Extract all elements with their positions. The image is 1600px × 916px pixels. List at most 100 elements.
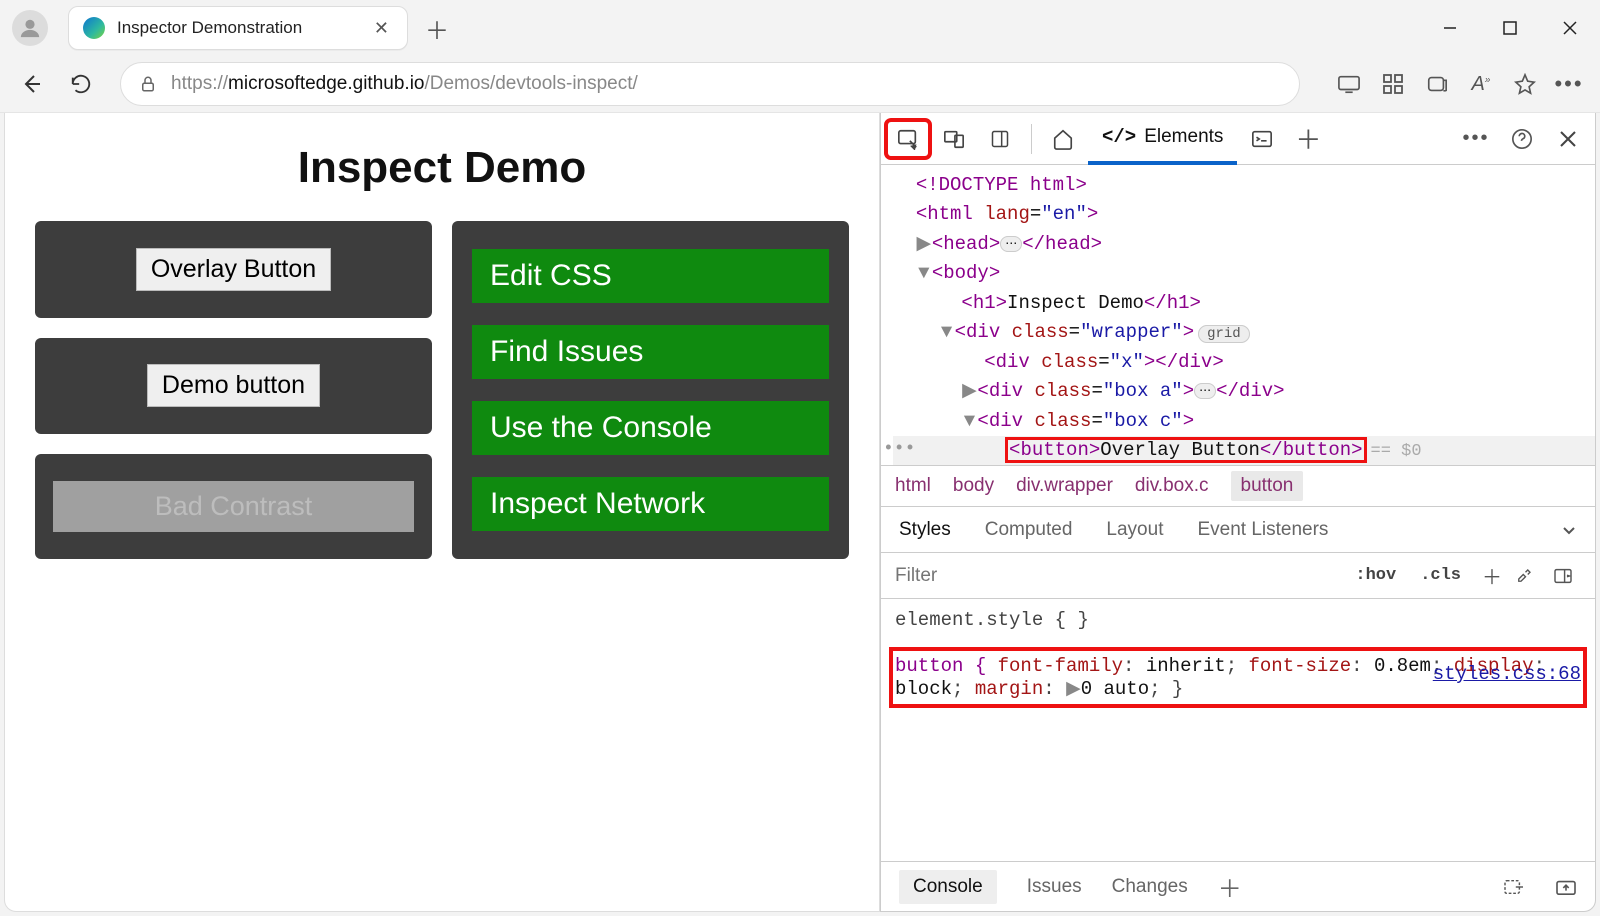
address-toolbar: https://microsoftedge.github.io/Demos/de…: [0, 56, 1600, 112]
kebab-icon: •••: [1462, 127, 1489, 150]
device-toggle-button[interactable]: [933, 121, 975, 157]
overlay-button[interactable]: Overlay Button: [136, 248, 331, 291]
console-icon: [1251, 129, 1273, 149]
person-icon: [19, 17, 41, 39]
demo-box: Demo button: [35, 338, 432, 435]
refresh-icon: [70, 73, 92, 95]
screencast-button[interactable]: [1328, 63, 1370, 105]
subtab-layout[interactable]: Layout: [1106, 519, 1163, 541]
new-tab-button[interactable]: ＋: [418, 9, 456, 47]
dom-tree[interactable]: <!DOCTYPE html> <html lang="en"> ▶<head>…: [881, 165, 1595, 465]
collections-icon: [1426, 74, 1448, 94]
crumb[interactable]: html: [895, 475, 931, 497]
drawer-expand-button[interactable]: [1555, 878, 1577, 896]
brush-icon: [1515, 567, 1533, 585]
url-text: https://microsoftedge.github.io/Demos/de…: [171, 73, 638, 95]
subtab-expand-button[interactable]: [1561, 522, 1577, 538]
device-icon: [943, 128, 965, 150]
add-tab-button[interactable]: ＋: [1287, 121, 1329, 157]
demo-link[interactable]: Find Issues: [472, 325, 829, 379]
drawer-tab-issues[interactable]: Issues: [1027, 876, 1082, 898]
minimize-icon: [1443, 21, 1457, 35]
paint-button[interactable]: [1515, 567, 1545, 585]
tab-elements[interactable]: </> Elements: [1088, 113, 1237, 165]
close-icon: [1563, 21, 1577, 35]
star-icon: [1514, 73, 1536, 95]
apps-icon: [1383, 74, 1403, 94]
favorite-button[interactable]: [1504, 63, 1546, 105]
devtools-kebab-button[interactable]: •••: [1455, 121, 1497, 157]
dom-breadcrumbs: html body div.wrapper div.box.c button: [881, 465, 1595, 507]
hov-toggle[interactable]: :hov: [1347, 566, 1404, 585]
web-page: Inspect Demo Overlay Button Edit CSS Fin…: [4, 113, 880, 912]
demo-button[interactable]: Demo button: [147, 364, 320, 407]
drawer-add-button[interactable]: ＋: [1218, 869, 1242, 904]
arrow-left-icon: [19, 72, 43, 96]
dom-content: <!DOCTYPE html> <html lang="en"> ▶<head>…: [893, 171, 1595, 465]
help-button[interactable]: [1501, 121, 1543, 157]
demo-link[interactable]: Inspect Network: [472, 477, 829, 531]
devtools-toolbar: </> Elements ＋ •••: [881, 113, 1595, 165]
browser-tab[interactable]: Inspector Demonstration ✕: [68, 6, 408, 50]
crumb[interactable]: div.box.c: [1135, 475, 1209, 497]
crumb[interactable]: div.wrapper: [1016, 475, 1113, 497]
panel-icon: [1553, 568, 1573, 584]
lock-icon: [139, 75, 157, 93]
maximize-button[interactable]: [1480, 0, 1540, 56]
links-box: Edit CSS Find Issues Use the Console Ins…: [452, 221, 849, 559]
cls-toggle[interactable]: .cls: [1412, 566, 1469, 585]
issues-icon: [1503, 878, 1525, 896]
chevron-down-icon: [1561, 522, 1577, 538]
devtools-panel: </> Elements ＋ ••• <!DOCTYPE html> <html…: [880, 113, 1596, 912]
window-controls: [1420, 0, 1600, 56]
crumb[interactable]: body: [953, 475, 994, 497]
minimize-button[interactable]: [1420, 0, 1480, 56]
dock-button[interactable]: [979, 121, 1021, 157]
dock-icon: [990, 129, 1010, 149]
refresh-button[interactable]: [60, 63, 102, 105]
read-aloud-icon: A»: [1472, 73, 1491, 96]
tab-title: Inspector Demonstration: [117, 18, 370, 38]
subtab-styles[interactable]: Styles: [899, 519, 951, 541]
apps-button[interactable]: [1372, 63, 1414, 105]
demo-link[interactable]: Edit CSS: [472, 249, 829, 303]
source-link[interactable]: styles.css:68: [1433, 663, 1581, 685]
browser-chrome: Inspector Demonstration ✕ ＋ https://micr…: [0, 0, 1600, 113]
styles-subtabs: Styles Computed Layout Event Listeners: [881, 507, 1595, 553]
styles-toolbar: :hov .cls ＋: [881, 553, 1595, 599]
tab-close-button[interactable]: ✕: [370, 18, 393, 39]
devtools-close-button[interactable]: [1547, 121, 1589, 157]
subtab-computed[interactable]: Computed: [985, 519, 1073, 541]
inspect-icon: [897, 128, 919, 150]
drawer-issues-icon-button[interactable]: [1503, 878, 1525, 896]
styles-filter-input[interactable]: [893, 564, 1339, 588]
tab-label: Elements: [1144, 126, 1223, 148]
crumb-active[interactable]: button: [1231, 471, 1304, 501]
collections-button[interactable]: [1416, 63, 1458, 105]
demo-link[interactable]: Use the Console: [472, 401, 829, 455]
plus-icon: ＋: [1295, 120, 1321, 157]
demo-box: Overlay Button: [35, 221, 432, 318]
new-style-rule-button[interactable]: ＋: [1477, 561, 1507, 590]
read-aloud-button[interactable]: A»: [1460, 63, 1502, 105]
back-button[interactable]: [10, 63, 52, 105]
close-window-button[interactable]: [1540, 0, 1600, 56]
welcome-button[interactable]: [1042, 121, 1084, 157]
demo-box: Bad Contrast: [35, 454, 432, 559]
more-button[interactable]: •••: [1548, 63, 1590, 105]
page-heading: Inspect Demo: [35, 143, 849, 193]
profile-avatar[interactable]: [12, 10, 48, 46]
address-bar[interactable]: https://microsoftedge.github.io/Demos/de…: [120, 62, 1300, 106]
styles-body[interactable]: styles.css:68 element.style { } button {…: [881, 599, 1595, 861]
edge-favicon-icon: [83, 17, 105, 39]
bad-contrast-button[interactable]: Bad Contrast: [53, 481, 414, 532]
console-panel-button[interactable]: [1241, 121, 1283, 157]
computed-toggle-button[interactable]: [1553, 568, 1583, 584]
drawer-tab-console[interactable]: Console: [899, 870, 997, 904]
code-icon: </>: [1102, 126, 1136, 148]
subtab-eventlisteners[interactable]: Event Listeners: [1197, 519, 1328, 541]
screencast-icon: [1338, 74, 1360, 94]
home-icon: [1052, 128, 1074, 150]
drawer-tab-changes[interactable]: Changes: [1112, 876, 1188, 898]
inspect-element-button[interactable]: [887, 121, 929, 157]
